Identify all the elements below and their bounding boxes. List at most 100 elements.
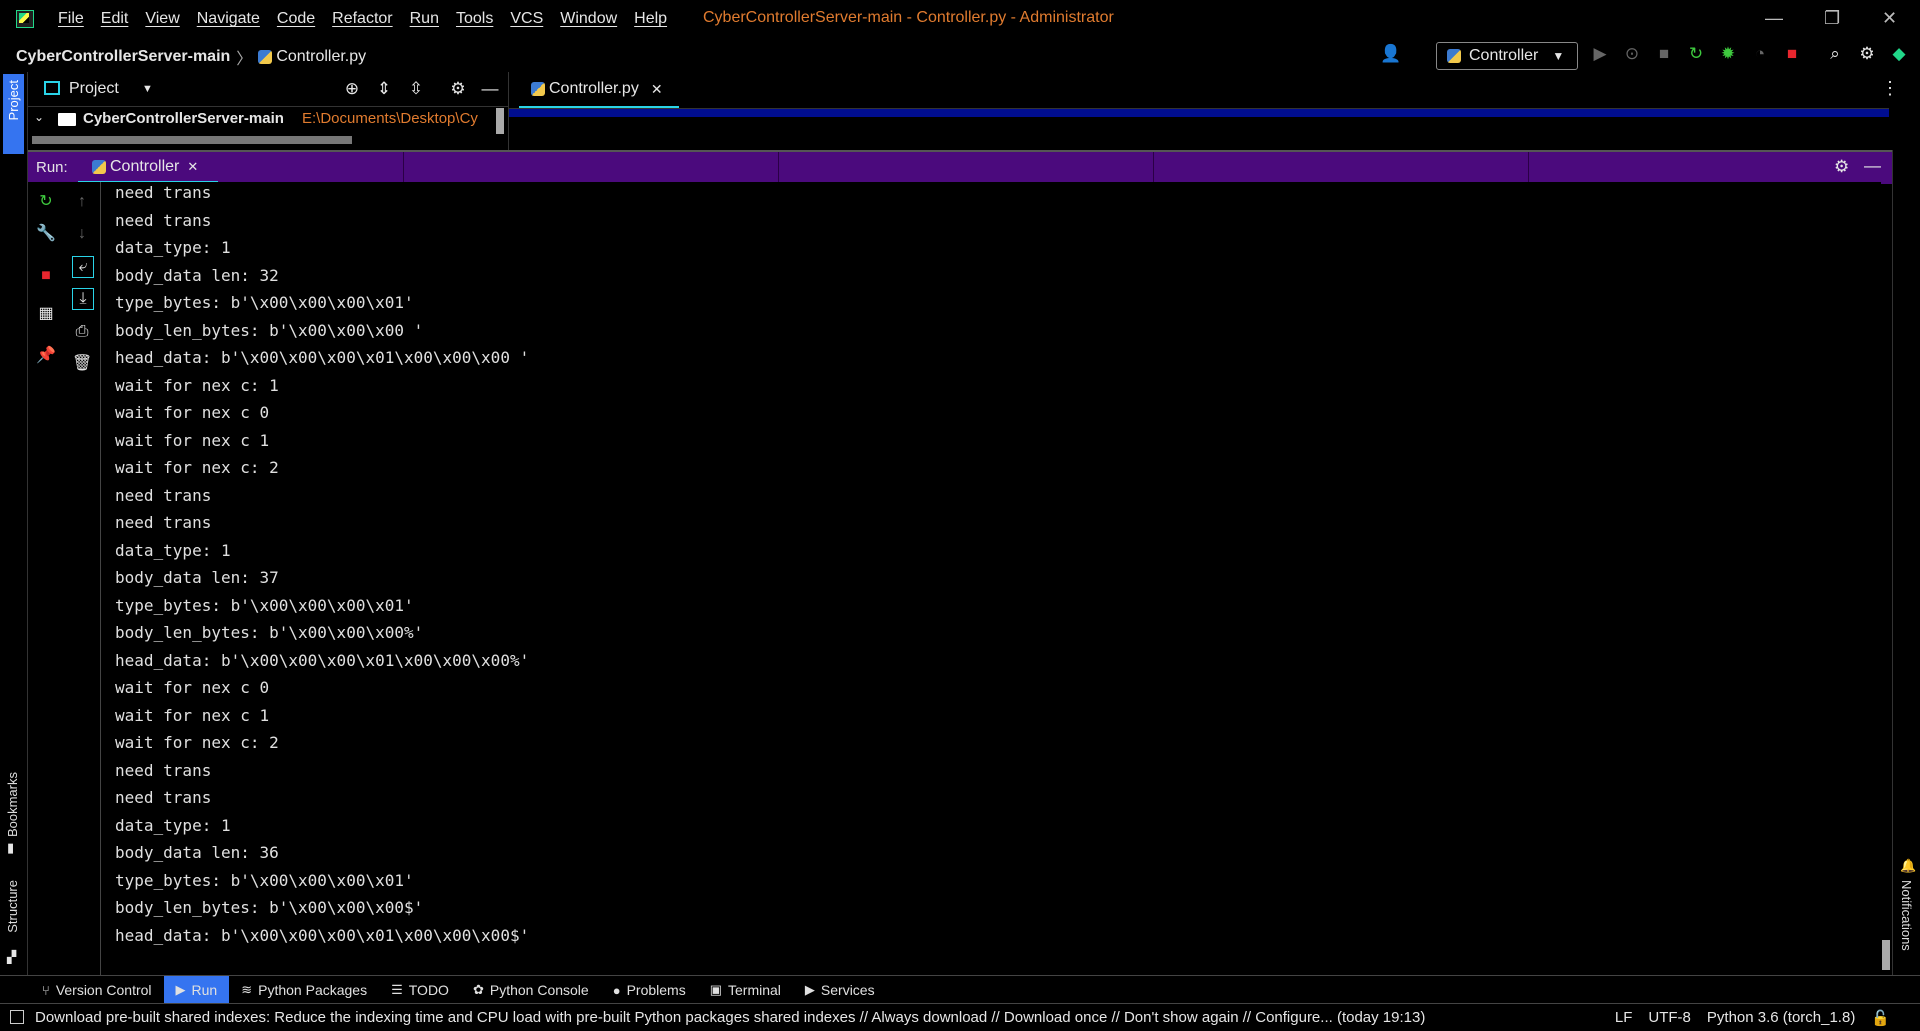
project-panel-title[interactable]: Project [69,80,119,98]
project-horizontal-scrollbar[interactable] [32,136,352,144]
bottom-tab-python-packages[interactable]: ≋ Python Packages [229,976,379,1004]
menu-help[interactable]: Help [634,10,667,28]
run-coverage-icon[interactable]: ⊙ [1622,44,1642,64]
stop-disabled-icon[interactable]: ■ [1654,44,1674,64]
status-message[interactable]: Download pre-built shared indexes: Reduc… [35,1009,1425,1026]
chevron-down-icon[interactable]: ⌄ [34,110,44,124]
collapse-all-icon[interactable]: ⇳ [406,79,426,99]
window-title: CyberControllerServer-main - Controller.… [703,9,1114,26]
main-menu: File Edit View Navigate Code Refactor Ru… [58,10,684,28]
arrow-up-icon[interactable]: ↑ [72,192,92,212]
bottom-tab-todo[interactable]: ☰ TODO [379,976,461,1004]
debug-icon[interactable]: ✹ [1718,44,1738,64]
print-icon[interactable]: ⎙ [72,322,92,342]
console-line: wait for nex c: 1 [115,375,279,395]
close-tab-icon[interactable]: ✕ [651,81,663,98]
editor-tab-controller[interactable]: Controller.py ✕ [519,72,679,109]
stop-icon[interactable]: ■ [36,266,56,286]
hide-panel-icon[interactable]: — [1864,156,1881,176]
python-file-icon [531,82,545,96]
status-panel-icon[interactable] [10,1010,24,1024]
pin-icon[interactable]: 📌 [36,346,56,366]
close-window-icon[interactable]: ✕ [1882,8,1897,29]
arrow-down-icon[interactable]: ↓ [72,224,92,244]
layout-icon[interactable]: ▦ [36,304,56,324]
console-line: type_bytes: b'\x00\x00\x00\x01' [115,293,414,312]
search-icon[interactable]: ⌕ [1825,44,1845,64]
bottom-tab-version-control[interactable]: ⑂ Version Control [30,976,164,1004]
run-tab-controller[interactable]: Controller ✕ [78,152,218,184]
wrench-icon[interactable]: 🔧 [36,224,56,244]
pycharm-logo-icon[interactable] [16,10,34,28]
project-tree-root[interactable]: ⌄ CyberControllerServer-main E:\Document… [28,108,504,132]
run-toolbar-secondary: ↑ ↓ ⤶ ⤓ ⎙ 🗑 [64,182,101,975]
console-output[interactable]: need trans need trans data_type: 1 body_dat… [101,182,1881,975]
header-divider [778,152,779,184]
console-line: body_data len: 37 [115,568,279,587]
rerun-icon[interactable]: ↻ [36,192,56,212]
more-options-icon[interactable]: ⋮ [1881,78,1899,99]
console-line: data_type: 1 [115,815,231,835]
soft-wrap-icon[interactable]: ⤶ [72,256,94,278]
run-icon[interactable]: ▶ [1590,44,1610,64]
bottom-tab-run[interactable]: ▶ Run [163,976,230,1004]
jetbrains-ai-icon[interactable]: ◆ [1889,44,1909,64]
console-line: need trans [115,788,212,807]
console-line: wait for nex c 0 [115,403,270,422]
chevron-down-icon[interactable]: ▼ [142,83,153,95]
structure-stripe-label[interactable]: Structure [5,880,20,933]
expand-all-icon[interactable]: ⇕ [374,79,394,99]
gear-icon[interactable]: ⚙ [1834,157,1849,177]
bookmarks-stripe-label[interactable]: Bookmarks [5,772,20,837]
profile-icon[interactable]: ◔ [1750,44,1770,64]
bottom-tab-label: Problems [626,982,686,998]
console-line: type_bytes: b'\x00\x00\x00\x01' [115,595,414,615]
bottom-tab-python-console[interactable]: ✿ Python Console [461,976,601,1004]
menu-file[interactable]: File [58,10,84,28]
encoding-widget[interactable]: UTF-8 [1648,1009,1691,1027]
left-tool-stripe: Project Bookmarks ▮ Structure ▞ [0,72,28,975]
bottom-tab-terminal[interactable]: ▣ Terminal [698,976,793,1004]
hide-panel-icon[interactable]: — [480,79,500,99]
restore-icon[interactable]: ❐ [1824,8,1840,29]
console-line: data_type: 1 [115,238,231,257]
menu-code[interactable]: Code [277,10,315,28]
menu-edit[interactable]: Edit [101,10,129,28]
project-vertical-scrollbar[interactable] [496,108,504,134]
bottom-tab-problems[interactable]: ● Problems [601,976,698,1004]
python-packages-icon: ≋ [241,982,253,997]
line-separator-widget[interactable]: LF [1615,1009,1633,1027]
project-stripe-label: Project [6,80,21,121]
rerun-icon[interactable]: ↻ [1686,44,1706,64]
user-icon[interactable]: 👤 [1380,44,1401,64]
menu-vcs[interactable]: VCS [510,10,543,28]
python-run-icon [92,159,106,174]
locate-icon[interactable]: ⊕ [342,79,362,99]
minimize-icon[interactable]: — [1765,8,1783,29]
bottom-tab-services[interactable]: ▶ Services [793,976,887,1004]
trash-icon[interactable]: 🗑 [72,354,92,374]
bottom-tab-label: TODO [408,982,449,998]
menu-navigate[interactable]: Navigate [197,10,260,28]
scroll-to-end-icon[interactable]: ⤓ [72,288,94,310]
header-divider [1528,152,1529,184]
breadcrumb-project[interactable]: CyberControllerServer-main [16,48,230,66]
gear-icon[interactable]: ⚙ [1857,44,1877,64]
menu-run[interactable]: Run [410,10,439,28]
lock-icon[interactable]: 🔓 [1871,1009,1890,1027]
notifications-stripe-label[interactable]: Notifications [1899,880,1914,951]
console-scrollbar[interactable] [1882,940,1890,970]
interpreter-widget[interactable]: Python 3.6 (torch_1.8) [1707,1009,1855,1027]
editor-tab-label: Controller.py [549,80,639,97]
breadcrumb-file[interactable]: Controller.py [276,48,366,66]
menu-refactor[interactable]: Refactor [332,10,392,28]
project-stripe-button[interactable]: Project [3,74,24,154]
close-tab-icon[interactable]: ✕ [187,159,198,175]
editor-content-strip[interactable] [509,108,1889,117]
menu-view[interactable]: View [145,10,179,28]
menu-tools[interactable]: Tools [456,10,493,28]
run-configuration-select[interactable]: Controller ▼ [1436,42,1578,70]
gear-icon[interactable]: ⚙ [448,79,468,99]
menu-window[interactable]: Window [560,10,617,28]
stop-icon[interactable]: ■ [1782,44,1802,64]
